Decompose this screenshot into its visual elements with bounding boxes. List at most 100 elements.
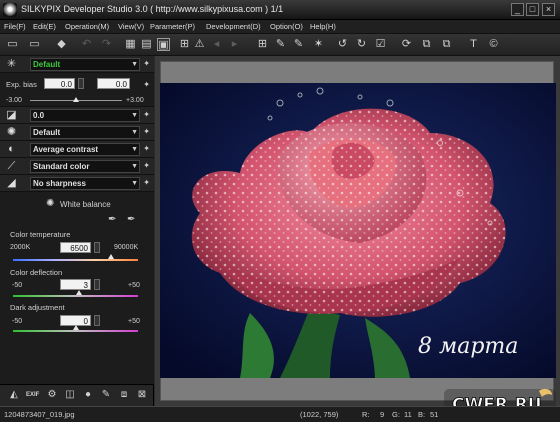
app-window: SILKYPIX Developer Studio 3.0 ( http://w… [0,0,560,422]
contrast-icon: ◐ [8,143,15,155]
contrast-select[interactable]: Average contrast ▼ [30,143,140,156]
contrast-value: Average contrast [33,145,99,154]
crop-icon[interactable]: ✎ [274,38,287,51]
histogram-icon[interactable]: ◭ [8,389,20,401]
color-deflection-slider-track[interactable] [13,295,138,297]
eyedropper-icon: ⟋ [7,160,16,172]
favorite-star-icon[interactable]: ✦ [143,127,150,136]
mark-icon[interactable]: ☑ [374,38,387,51]
refresh-icon[interactable]: ⟳ [400,38,413,51]
batch-icon[interactable]: ⧉ [420,38,433,51]
chevron-down-icon[interactable]: ▼ [131,161,138,172]
status-b-label: B: [418,410,426,419]
menu-operation[interactable]: Operation(M) [65,22,109,31]
exposure-section: Exp. bias 0.0 0.0 ✦ -3.00 +3.00 [0,73,154,107]
eyedropper-icon[interactable]: ✒ [108,214,116,225]
exif-icon[interactable]: EXIF [26,389,39,401]
exposure-star-icon[interactable]: ✦ [143,80,150,89]
chevron-down-icon[interactable]: ▼ [131,178,138,189]
grid-icon[interactable]: ⊞ [256,38,269,51]
app-logo-icon [3,3,17,17]
dark-adjustment-slider-track[interactable] [13,330,138,332]
menu-view[interactable]: View(V) [118,22,144,31]
auto-white-balance-icon[interactable]: ✒ [127,214,135,225]
grid-lens-icon[interactable]: ⊠ [136,389,148,401]
status-bar: 1204873407_019.jpg (1022, 759) R: 9 G: 1… [0,406,560,422]
menu-help[interactable]: Help(H) [310,22,336,31]
tone-curve-icon[interactable]: ◫ [64,389,76,401]
color-temperature-spinner[interactable] [94,242,100,253]
chevron-down-icon[interactable]: ▼ [131,59,138,70]
open-recent-icon[interactable]: ▭ [28,38,41,51]
redo-icon[interactable]: ↷ [100,38,113,51]
rotate-left-icon[interactable]: ↺ [336,38,349,51]
chevron-down-icon[interactable]: ▼ [131,110,138,121]
pen-icon[interactable]: ✎ [100,389,112,401]
chevron-down-icon[interactable]: ▼ [131,144,138,155]
sharpness-icon: ◢ [7,177,16,189]
sharpness-select[interactable]: No sharpness ▼ [30,177,140,190]
develop-icon[interactable]: ⧉ [440,38,453,51]
tone-icon[interactable]: ✶ [312,38,325,51]
menu-edit[interactable]: Edit(E) [33,22,56,31]
color-deflection-input[interactable]: 3 [60,279,91,290]
sun-icon: ✺ [6,126,17,138]
toolbar: ▭ ▭ ◆ ↶ ↷ ▦ ▤ ▣ ⊞ ⚠ ◂ ▸ ⊞ ✎ ✎ ✶ ↺ ↻ ☑ ⟳ … [0,34,560,56]
maximize-button[interactable]: □ [526,3,539,16]
text-icon[interactable]: T [467,38,480,51]
exposure-max-label: +3.00 [126,97,144,104]
color-temperature-max: 90000K [114,244,139,251]
favorite-star-icon[interactable]: ✦ [143,178,150,187]
brightness-select[interactable]: Default ▼ [30,126,140,139]
thumbnail-view-icon[interactable]: ▦ [124,38,137,51]
combined-view-icon[interactable]: ▤ [140,38,153,51]
chevron-down-icon[interactable]: ▼ [131,127,138,138]
next-image-icon[interactable]: ▸ [228,38,241,51]
color-temperature-slider-handle[interactable] [107,254,114,259]
straighten-icon[interactable]: ✎ [292,38,305,51]
color-ball-icon[interactable]: ● [82,389,94,401]
crop-frame-icon[interactable]: ⧈ [118,389,130,401]
close-button[interactable]: × [542,3,555,16]
open-folder-icon[interactable]: ▭ [6,38,19,51]
favorite-star-icon[interactable]: ✦ [143,110,150,119]
preview-view-icon[interactable]: ▣ [157,38,170,51]
color-deflection-spinner[interactable] [94,279,100,290]
status-r-value: 9 [380,410,385,419]
dark-adjustment-slider-handle[interactable] [72,325,79,330]
menu-development[interactable]: Development(D) [206,22,261,31]
settings-icon[interactable]: ⚙ [46,389,58,401]
warning-icon[interactable]: ⚠ [193,38,206,51]
eraser-icon[interactable]: ◆ [55,38,68,51]
photo-rose[interactable]: 8 марта [160,83,556,378]
color-temperature-min: 2000K [10,244,31,251]
color-row: ⟋ Standard color ▼ ✦ [0,158,154,175]
menu-file[interactable]: File(F) [4,22,26,31]
favorite-star-icon[interactable]: ✦ [143,161,150,170]
exposure-slider-handle[interactable] [73,97,79,102]
favorite-star-icon[interactable]: ✦ [143,59,150,68]
info-icon[interactable]: © [487,38,500,51]
menu-bar: File(F) Edit(E) Operation(M) View(V) Par… [0,20,560,34]
taste-select[interactable]: Default ▼ [30,58,140,71]
minimize-button[interactable]: _ [511,3,524,16]
contrast-row: ◐ Average contrast ▼ ✦ [0,141,154,158]
taste-icon: ✳ [6,58,17,70]
previous-image-icon[interactable]: ◂ [210,38,223,51]
exposure-input[interactable]: 0.0 [44,78,75,89]
exposure-spinner[interactable] [78,78,84,89]
favorite-star-icon[interactable]: ✦ [143,144,150,153]
zoom-fit-icon[interactable]: ⊞ [178,38,191,51]
exposure-curve-select[interactable]: 0.0 ▼ [30,109,140,122]
dark-adjustment-max: +50 [128,318,140,325]
menu-option[interactable]: Option(O) [270,22,303,31]
undo-icon[interactable]: ↶ [80,38,93,51]
color-temperature-slider-track[interactable] [13,259,138,261]
color-select[interactable]: Standard color ▼ [30,160,140,173]
menu-parameter[interactable]: Parameter(P) [150,22,195,31]
rotate-right-icon[interactable]: ↻ [355,38,368,51]
exposure-fine-input[interactable]: 0.0 [97,78,130,89]
color-temperature-input[interactable]: 6500 [60,242,91,253]
dark-adjustment-spinner[interactable] [94,315,100,326]
color-deflection-slider-handle[interactable] [76,290,83,295]
